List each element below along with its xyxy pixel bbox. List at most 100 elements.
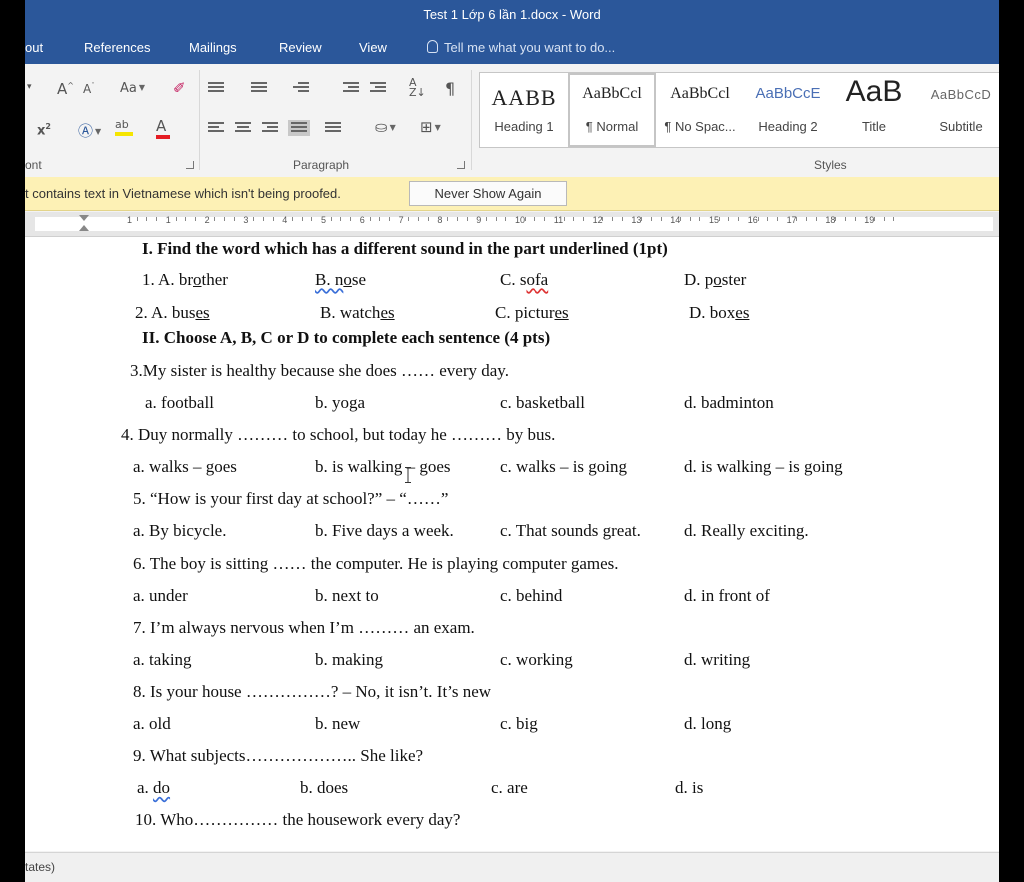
align-right-icon[interactable]	[262, 122, 278, 134]
ribbon: ▾ A^ Aˇ Aa ▼ ✐ x2 Ⓐ ▼ ab A ont A Z↓ ¶ ⛀ ▼ ⊞ ▼…	[25, 64, 999, 178]
answer-option-b: b. does	[300, 778, 349, 798]
tab-review[interactable]: Review	[279, 40, 322, 55]
shrink-font-icon[interactable]: Aˇ	[83, 82, 95, 96]
borders-icon[interactable]: ⊞ ▼	[420, 118, 441, 136]
ruler-number: 13	[631, 215, 642, 225]
justify-icon[interactable]	[288, 120, 310, 136]
paragraph-dialog-launcher-icon[interactable]	[457, 161, 465, 169]
ruler-number: 4	[282, 215, 288, 225]
ruler-tick	[893, 217, 895, 221]
multilevel-list-icon[interactable]	[293, 82, 309, 94]
never-show-again-button[interactable]: Never Show Again	[409, 181, 567, 206]
line-spacing-icon[interactable]	[325, 122, 341, 134]
tab-view[interactable]: View	[359, 40, 387, 55]
ruler-tick	[660, 217, 662, 221]
ruler-tick	[835, 217, 837, 221]
group-divider	[471, 70, 472, 170]
ruler-tick	[447, 217, 449, 221]
decrease-indent-icon[interactable]	[343, 82, 359, 94]
question-text: 3.My sister is healthy because she does …	[130, 361, 509, 380]
style-heading-1[interactable]: AABB Heading 1	[480, 73, 568, 147]
question-text: 6. The boy is sitting …… the computer. H…	[133, 553, 619, 573]
clear-formatting-icon[interactable]: ✐	[173, 79, 186, 97]
style-no-spacing[interactable]: AaBbCcl ¶ No Spac...	[656, 73, 744, 147]
ruler-tick	[776, 217, 778, 221]
font-dialog-launcher-icon[interactable]	[186, 161, 194, 169]
increase-indent-icon[interactable]	[370, 82, 386, 94]
align-center-icon[interactable]	[235, 122, 251, 134]
ruler-tick	[544, 217, 546, 221]
group-divider	[199, 70, 200, 170]
answer-option-d: d. badminton	[684, 393, 774, 412]
ruler-tick	[272, 217, 274, 221]
ruler-tick	[175, 217, 177, 221]
ruler-tick	[718, 217, 720, 221]
answer-option-d: d. is walking – is going	[684, 457, 843, 477]
answer-option-a: a. By bicycle.	[133, 521, 227, 541]
style-title[interactable]: AaB Title	[832, 73, 916, 147]
tab-references[interactable]: References	[84, 40, 150, 55]
horizontal-ruler[interactable]: 1 1 2 3 4 5 6 7 8 9 10 11 12 13 14 15 16 17 18 19	[25, 212, 999, 237]
paragraph-group-label: Paragraph	[293, 158, 350, 172]
shading-icon[interactable]: ⛀ ▼	[375, 118, 396, 136]
ruler-tick	[262, 217, 264, 221]
change-case-button[interactable]: Aa ▼	[120, 81, 145, 96]
ruler-tick	[582, 217, 584, 221]
section-heading-1: I. Find the word which has a different s…	[142, 239, 668, 258]
tell-me-search[interactable]: Tell me what you want to do...	[427, 40, 615, 55]
font-size-dropdown-icon[interactable]: ▾	[27, 82, 32, 92]
align-left-icon[interactable]	[208, 122, 224, 134]
bullets-icon[interactable]	[208, 82, 224, 94]
ruler-number: 9	[476, 215, 482, 225]
answer-option-b: b. next to	[315, 585, 379, 605]
hanging-indent-marker-icon[interactable]	[79, 225, 89, 231]
window-title: Test 1 Lớp 6 lần 1.docx - Word	[423, 7, 601, 22]
ruler-tick	[408, 217, 410, 221]
document-page[interactable]: I. Find the word which has a different s…	[25, 237, 999, 851]
status-text: tates)	[25, 860, 56, 874]
ruler-tick	[146, 217, 148, 221]
change-case-label: Aa	[120, 81, 137, 96]
ruler-tick	[650, 217, 652, 221]
answer-option-c: c. behind	[500, 585, 563, 605]
style-normal[interactable]: AaBbCcl ¶ Normal	[568, 73, 656, 147]
question-1-option-a: 1. A. brother	[142, 270, 228, 289]
tab-mailings[interactable]: Mailings	[189, 40, 237, 55]
style-heading-2[interactable]: AaBbCcE Heading 2	[744, 73, 832, 147]
ruler-number: 17	[786, 215, 797, 225]
ruler-tick	[136, 217, 138, 221]
grow-font-icon[interactable]: A^	[57, 80, 74, 98]
section-heading-2: II. Choose A, B, C or D to complete each…	[142, 328, 551, 347]
sort-icon[interactable]: A Z↓	[409, 77, 426, 98]
style-subtitle[interactable]: AaBbCcD Subtitle	[916, 73, 999, 147]
ruler-tick	[854, 217, 856, 221]
ruler-number: 5	[321, 215, 327, 225]
highlight-color-icon[interactable]: ab	[115, 117, 133, 136]
question-text: 7. I’m always nervous when I’m ……… an ex…	[133, 617, 475, 637]
first-line-indent-marker-icon[interactable]	[79, 215, 89, 221]
question-2-option-a: 2. A. buses	[135, 303, 210, 322]
question-text: 5. “How is your first day at school?” – …	[133, 489, 449, 509]
answer-option-a: a. do	[137, 778, 171, 798]
word-window: Test 1 Lớp 6 lần 1.docx - Word out Refer…	[25, 0, 999, 882]
styles-gallery: AABB Heading 1 AaBbCcl ¶ Normal AaBbCcl …	[479, 72, 999, 148]
ruler-tick	[699, 217, 701, 221]
numbering-icon[interactable]	[251, 82, 267, 94]
ruler-tick	[728, 217, 730, 221]
answer-option-d: d. long	[684, 714, 732, 733]
tab-layout[interactable]: out	[25, 40, 43, 55]
proofing-message: t contains text in Vietnamese which isn'…	[25, 186, 341, 201]
question-2-option-c: C. pictures	[495, 303, 569, 322]
ruler-tick	[641, 217, 643, 221]
ruler-tick	[427, 217, 429, 221]
answer-option-d: d. in front of	[684, 585, 770, 605]
ruler-tick	[689, 217, 691, 221]
superscript-icon[interactable]: x2	[37, 122, 51, 138]
show-formatting-marks-icon[interactable]: ¶	[445, 79, 455, 98]
text-effects-icon[interactable]: Ⓐ ▼	[78, 120, 101, 141]
ruler-number: 7	[398, 215, 404, 225]
font-color-icon[interactable]: A	[156, 117, 170, 139]
style-sample: AaBbCcl	[670, 85, 730, 102]
ruler-tick	[456, 217, 458, 221]
ruler-tick	[563, 217, 565, 221]
